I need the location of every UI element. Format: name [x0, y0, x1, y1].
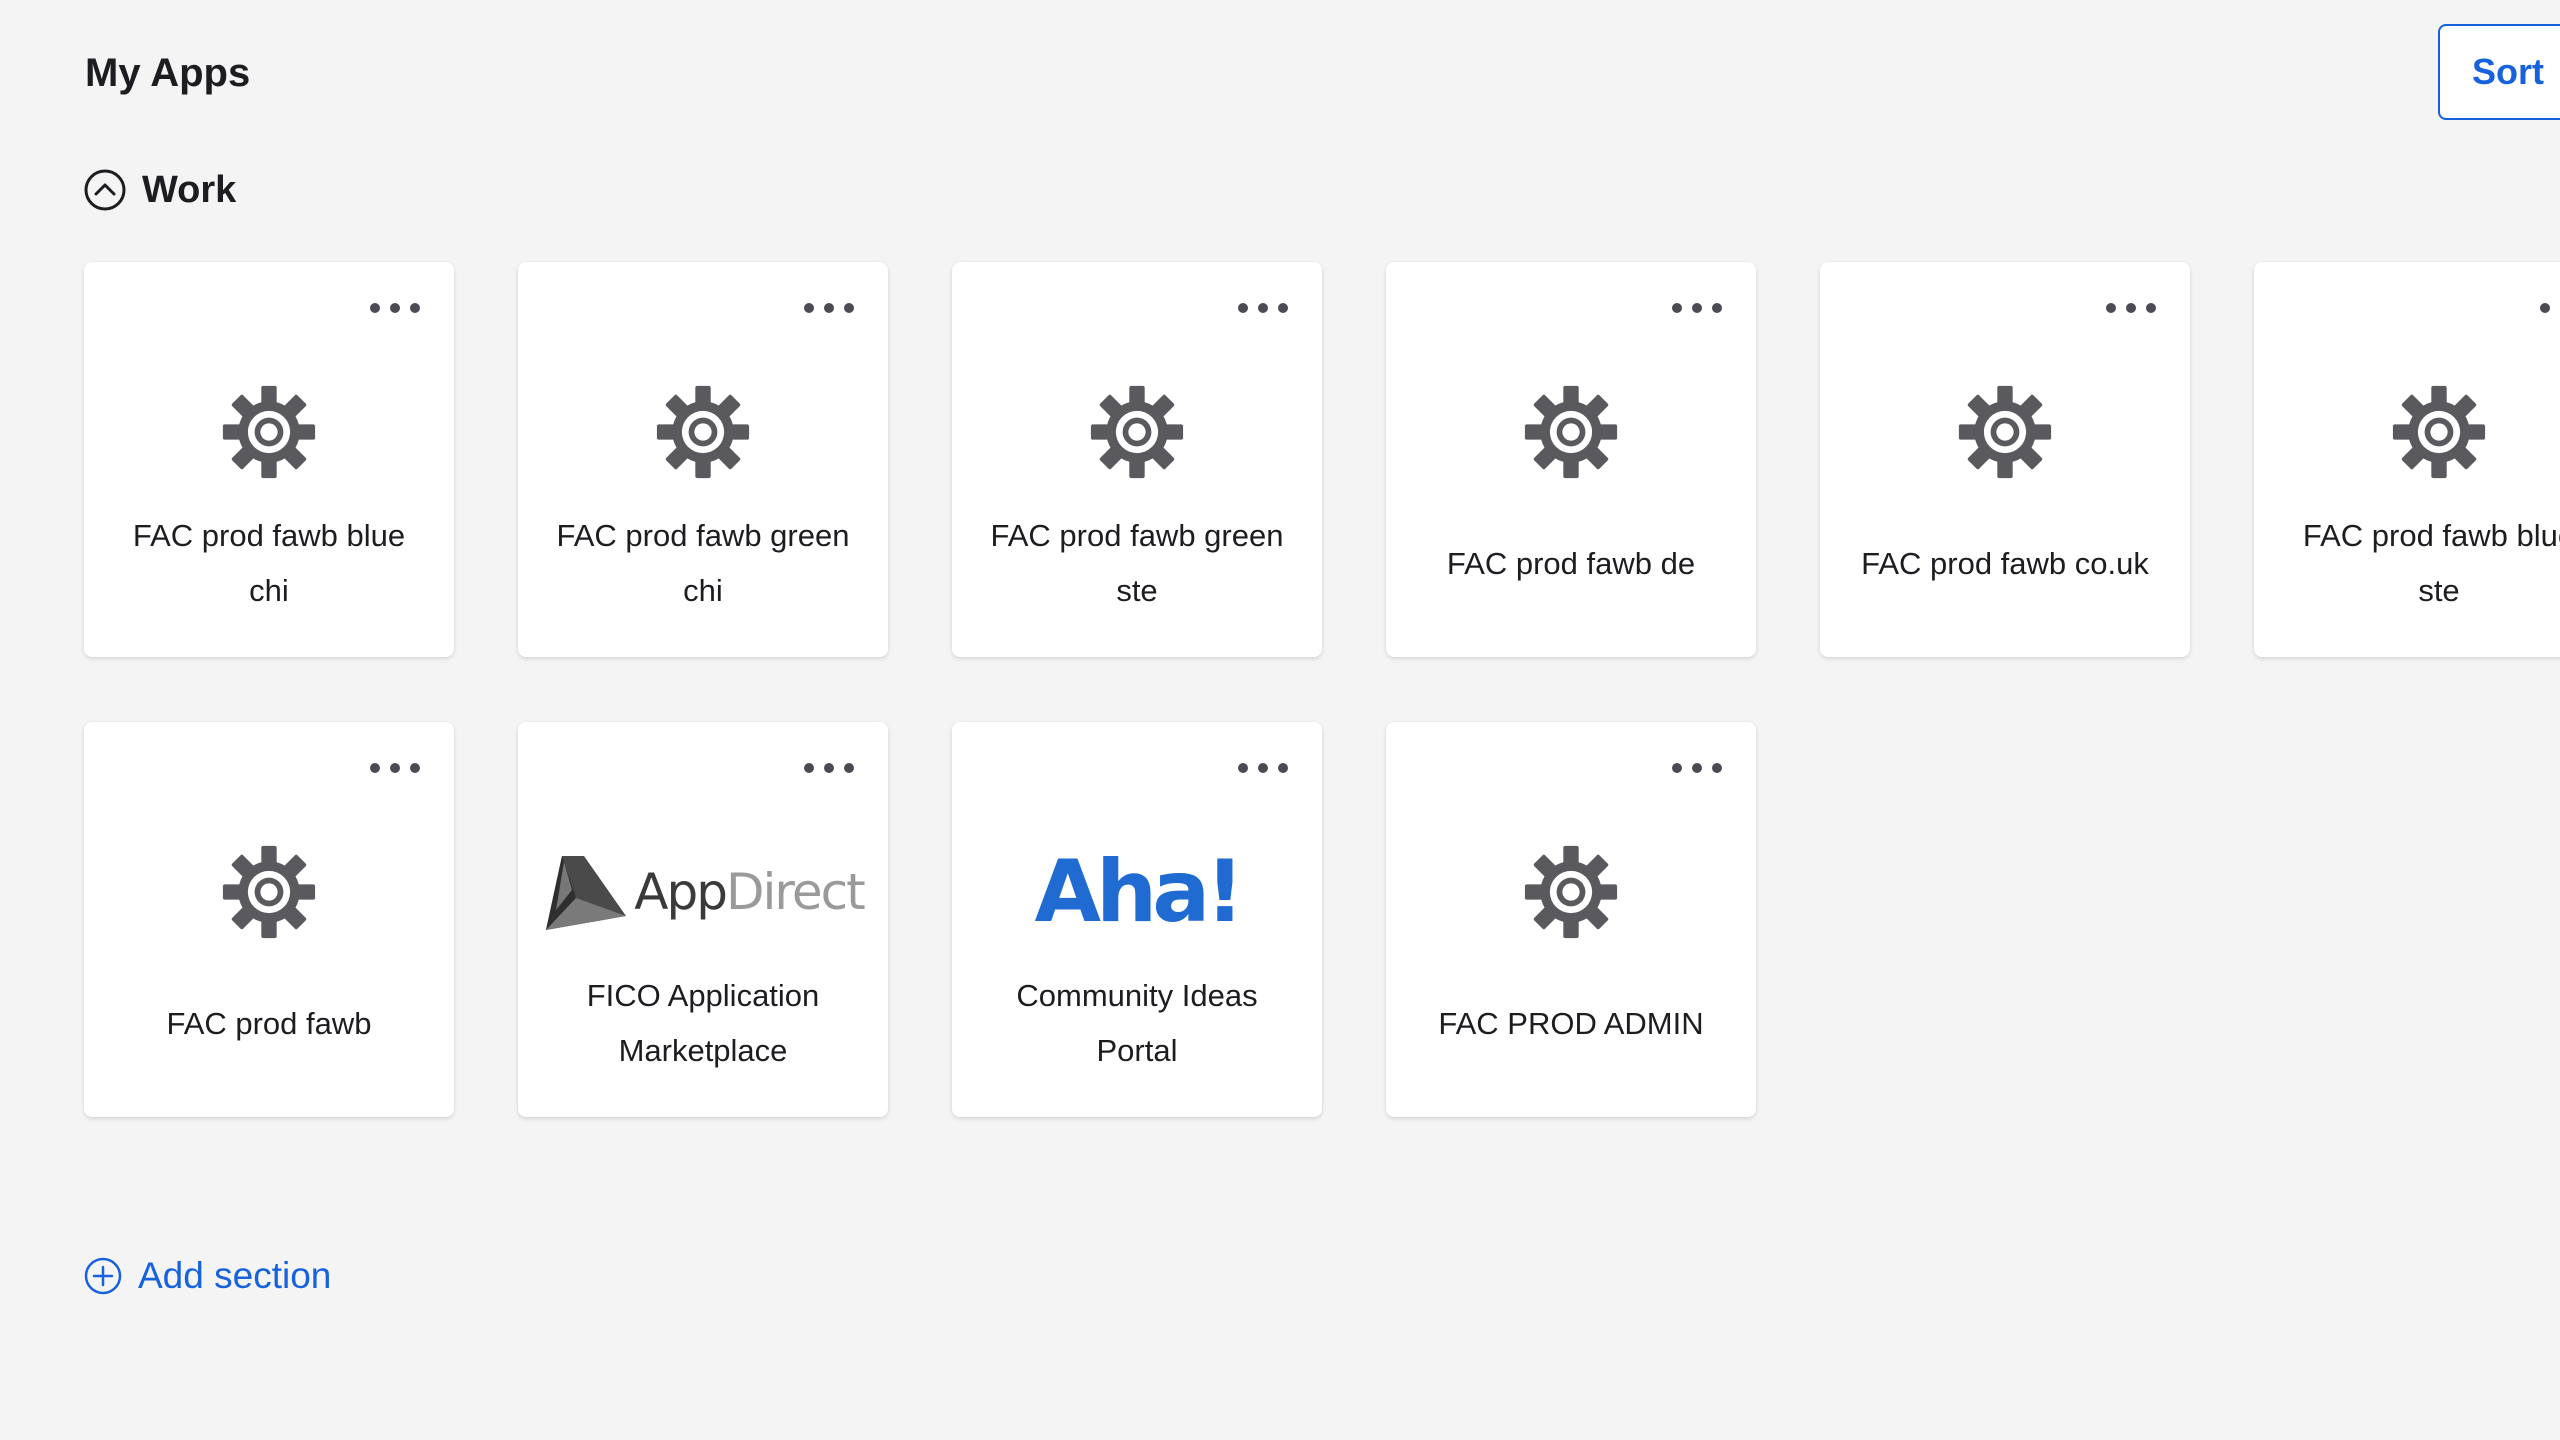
section-header-work[interactable]: Work [84, 162, 236, 218]
gear-icon [222, 845, 316, 939]
app-name: FAC prod fawb de [1446, 545, 1696, 581]
app-tile[interactable]: FAC prod fawb [84, 722, 454, 1117]
gear-icon [2392, 385, 2486, 479]
app-logo: AppDirect [518, 822, 888, 962]
app-name: FAC prod fawb blue chi [132, 518, 406, 608]
plus-circle-icon[interactable] [84, 1257, 122, 1295]
gear-icon [222, 385, 316, 479]
gear-icon [1958, 385, 2052, 479]
app-name: FAC prod fawb green ste [990, 518, 1284, 608]
app-tile[interactable]: FAC prod fawb green chi [518, 262, 888, 657]
more-options-icon[interactable] [360, 290, 430, 326]
aha-logo: Aha! [1034, 842, 1244, 942]
more-options-icon[interactable] [2096, 290, 2166, 326]
more-options-icon[interactable] [1662, 290, 1732, 326]
more-options-icon[interactable] [1228, 750, 1298, 786]
appdirect-logo: AppDirect [542, 850, 866, 934]
app-logo [952, 362, 1322, 502]
app-tile[interactable]: AppDirect FICO Application Marketplace [518, 722, 888, 1117]
more-options-icon[interactable] [794, 750, 864, 786]
gear-icon [1524, 845, 1618, 939]
app-name: FICO Application Marketplace [586, 978, 820, 1068]
app-name: FAC prod fawb blue ste [2302, 518, 2560, 608]
add-section-button[interactable]: Add section [84, 1250, 331, 1302]
app-logo [518, 362, 888, 502]
appdirect-logo-direct-text: Direct [725, 863, 866, 921]
app-tile[interactable]: Aha! Community Ideas Portal [952, 722, 1322, 1117]
app-tile[interactable]: FAC prod fawb de [1386, 262, 1756, 657]
more-options-icon[interactable] [360, 750, 430, 786]
app-logo [2254, 362, 2560, 502]
app-tile[interactable]: FAC PROD ADMIN [1386, 722, 1756, 1117]
app-grid: FAC prod fawb blue chi FAC prod fawb gre… [84, 262, 2560, 1117]
app-logo [84, 362, 454, 502]
app-tile[interactable]: FAC prod fawb blue ste [2254, 262, 2560, 657]
gear-icon [656, 385, 750, 479]
app-name: FAC prod fawb [166, 1005, 372, 1041]
app-logo [1386, 822, 1756, 962]
chevron-up-circle-icon[interactable] [84, 169, 126, 211]
more-options-icon[interactable] [2530, 290, 2560, 326]
app-logo [1386, 362, 1756, 502]
app-name: FAC prod fawb co.uk [1861, 545, 2149, 581]
gear-icon [1524, 385, 1618, 479]
app-name: FAC prod fawb green chi [556, 518, 850, 608]
more-options-icon[interactable] [1228, 290, 1298, 326]
app-tile[interactable]: FAC prod fawb co.uk [1820, 262, 2190, 657]
gear-icon [1090, 385, 1184, 479]
app-tile[interactable]: FAC prod fawb blue chi [84, 262, 454, 657]
more-options-icon[interactable] [1662, 750, 1732, 786]
sort-button[interactable]: Sort [2438, 24, 2560, 120]
add-section-label: Add section [138, 1255, 332, 1296]
appdirect-mark-icon [546, 856, 627, 930]
app-name: Community Ideas Portal [1016, 978, 1258, 1068]
page-title: My Apps [85, 51, 251, 95]
app-name: FAC PROD ADMIN [1438, 1005, 1704, 1041]
section-title: Work [142, 168, 237, 211]
appdirect-logo-app-text: App [634, 863, 728, 921]
app-logo: Aha! [952, 822, 1322, 962]
app-logo [84, 822, 454, 962]
app-logo [1820, 362, 2190, 502]
app-tile[interactable]: FAC prod fawb green ste [952, 262, 1322, 657]
more-options-icon[interactable] [794, 290, 864, 326]
